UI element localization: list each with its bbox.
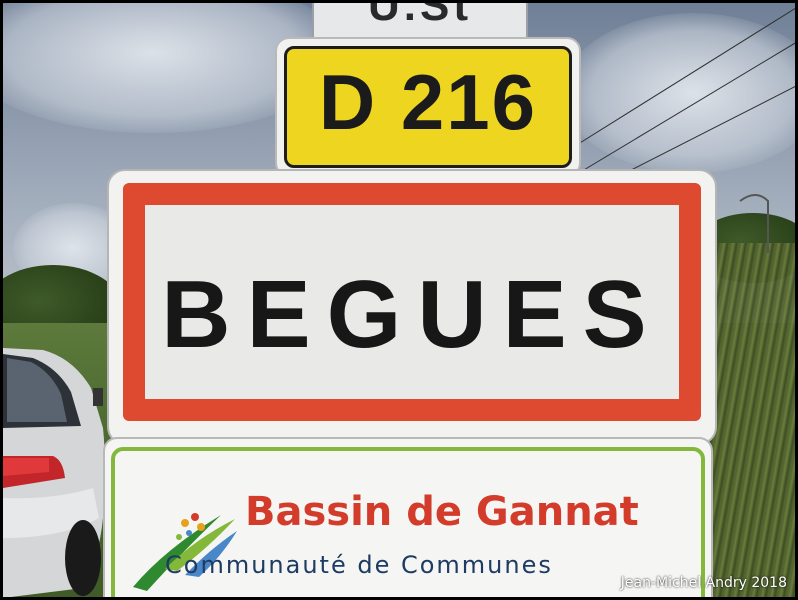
town-name-text: BEGUES [161,261,663,368]
community-title: Bassin de Gannat [245,489,639,535]
photo-frame: U.St D 216 BEGUES Bassin de Gannat Commu… [3,3,795,597]
car-icon [3,348,105,597]
photo-credit: Jean-Michel Andry 2018 [620,575,787,591]
cloud [563,13,795,173]
road-number-sign: D 216 [275,37,581,177]
street-light-icon [739,194,769,253]
community-subtitle: Communauté de Communes [165,551,553,579]
town-entrance-sign: BEGUES [107,169,717,445]
leaf-logo [133,513,237,591]
road-number-sign-panel: D 216 [284,46,572,168]
partial-sign-text: U.St [368,3,472,30]
road-number-text: D 216 [318,58,538,146]
town-sign-red-border: BEGUES [123,183,701,421]
community-sign: Bassin de Gannat Communauté de Communes [103,437,713,597]
